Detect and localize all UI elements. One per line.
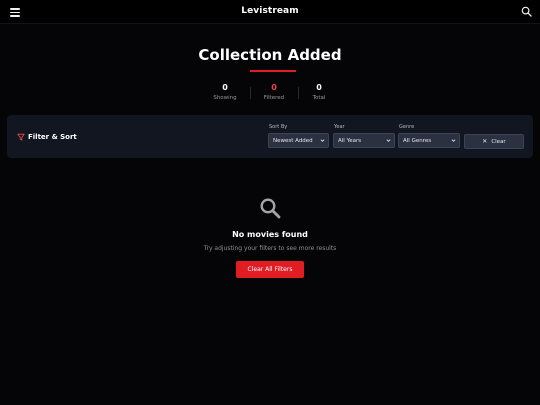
title-underline — [250, 70, 296, 72]
year-label: Year — [334, 124, 345, 130]
chevron-down-icon — [320, 139, 325, 142]
sort-by-label: Sort By — [269, 124, 288, 130]
clear-button-label: Clear — [491, 138, 506, 145]
year-select[interactable]: All Years — [333, 133, 395, 148]
sort-by-group: Sort By Newest Added — [268, 124, 329, 148]
clear-button[interactable]: ✕ Clear — [464, 134, 524, 149]
year-group: Year All Years — [333, 124, 395, 148]
filter-sort-title: Filter & Sort — [28, 133, 77, 141]
chevron-down-icon — [386, 139, 391, 142]
clear-all-filters-button[interactable]: Clear All Filters — [236, 261, 304, 278]
filter-sort-heading: Filter & Sort — [17, 132, 77, 142]
empty-state-title: No movies found — [232, 230, 308, 239]
magnifier-icon — [260, 198, 281, 219]
year-value: All Years — [338, 137, 362, 144]
sort-by-value: Newest Added — [273, 137, 313, 144]
brand-logo[interactable]: Levistream — [0, 6, 540, 16]
stat-total-value: 0 — [316, 83, 322, 92]
sort-by-select[interactable]: Newest Added — [268, 133, 329, 148]
stat-total: 0 Total — [289, 83, 349, 102]
genre-select[interactable]: All Genres — [398, 133, 460, 148]
genre-label: Genre — [399, 124, 415, 130]
filter-funnel-icon — [17, 133, 25, 141]
empty-state-subtitle: Try adjusting your filters to see more r… — [203, 245, 337, 252]
chevron-down-icon — [451, 139, 456, 142]
page-title: Collection Added — [198, 46, 342, 64]
filter-sort-panel: Filter & Sort Sort By Newest Added Year … — [7, 115, 533, 158]
stats-row: 0 Showing 0 Filtered 0 Total — [0, 83, 540, 103]
search-icon[interactable] — [521, 6, 532, 17]
genre-group: Genre All Genres — [398, 124, 460, 148]
stat-total-label: Total — [312, 95, 326, 101]
close-icon: ✕ — [482, 138, 488, 145]
top-navigation-bar: Levistream — [0, 0, 540, 24]
genre-value: All Genres — [403, 137, 432, 144]
